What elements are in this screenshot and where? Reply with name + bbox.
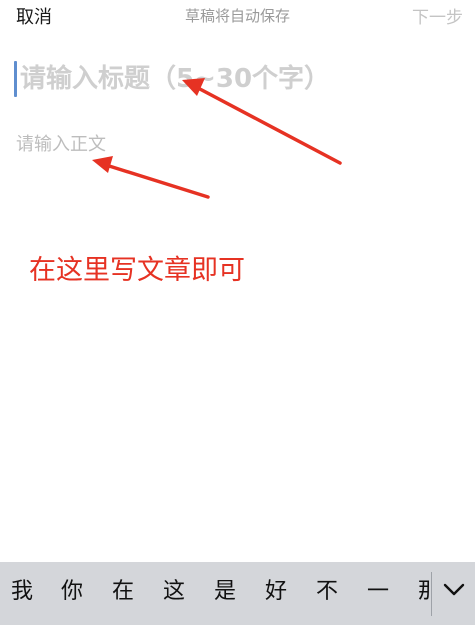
candidate-word[interactable]: 我 bbox=[11, 579, 33, 605]
next-step-button[interactable]: 下一步 bbox=[412, 3, 463, 28]
candidate-word[interactable]: 那 bbox=[418, 579, 430, 605]
candidate-list: 我 你 在 这 是 好 不 一 那 bbox=[0, 562, 430, 625]
candidate-word[interactable]: 一 bbox=[367, 579, 389, 605]
candidate-word[interactable]: 是 bbox=[214, 579, 236, 605]
candidate-word[interactable]: 不 bbox=[316, 579, 338, 605]
body-input[interactable] bbox=[16, 130, 456, 550]
autosave-status: 草稿将自动保存 bbox=[184, 7, 290, 25]
chevron-down-icon bbox=[443, 583, 465, 596]
annotation-text: 在这里写文章即可 bbox=[29, 255, 245, 286]
candidate-word[interactable]: 在 bbox=[112, 579, 134, 605]
top-navbar: 取消 草稿将自动保存 下一步 bbox=[0, 0, 475, 34]
candidate-word[interactable]: 你 bbox=[61, 579, 83, 605]
keyboard-candidate-bar: 我 你 在 这 是 好 不 一 那 bbox=[0, 562, 475, 625]
candidate-word[interactable]: 好 bbox=[265, 579, 287, 605]
candidate-divider bbox=[431, 572, 432, 616]
collapse-keyboard-button[interactable] bbox=[436, 572, 472, 608]
candidate-word[interactable]: 这 bbox=[163, 579, 185, 605]
title-input[interactable] bbox=[16, 58, 460, 100]
